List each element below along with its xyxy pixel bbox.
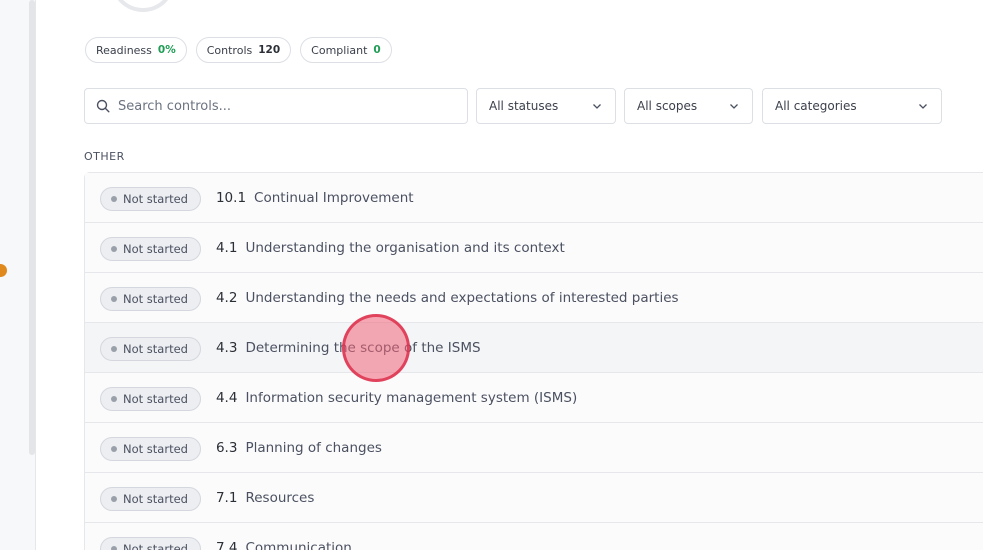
compliant-value: 0 xyxy=(373,44,381,56)
status-badge-label: Not started xyxy=(123,542,188,550)
scope-filter[interactable]: All scopes xyxy=(624,88,753,124)
controls-pill: Controls 120 xyxy=(195,37,292,63)
sidebar-scrollbar[interactable] xyxy=(29,0,35,455)
category-filter[interactable]: All categories xyxy=(762,88,942,124)
status-badge: Not started xyxy=(100,537,201,550)
status-dot-icon xyxy=(111,496,117,502)
controls-list: Not started 10.1 Continual Improvement N… xyxy=(84,172,983,550)
status-badge: Not started xyxy=(100,437,201,461)
control-number: 7.4 xyxy=(215,539,238,550)
status-badge-label: Not started xyxy=(123,442,188,456)
status-badge: Not started xyxy=(100,387,201,411)
status-dot-icon xyxy=(111,296,117,302)
status-dot-icon xyxy=(111,446,117,452)
status-badge-label: Not started xyxy=(123,292,188,306)
readiness-value: 0% xyxy=(157,44,176,56)
status-filter-value: All statuses xyxy=(489,99,559,113)
control-number: 4.3 xyxy=(215,339,238,356)
category-filter-value: All categories xyxy=(775,99,857,113)
chevron-down-icon xyxy=(593,104,601,109)
readiness-label: Readiness xyxy=(96,43,152,57)
control-row[interactable]: Not started 4.1 Understanding the organi… xyxy=(85,223,983,273)
search-icon xyxy=(96,99,110,113)
status-dot-icon xyxy=(111,396,117,402)
summary-pills: Readiness 0% Controls 120 Compliant 0 xyxy=(85,37,392,63)
compliant-pill: Compliant 0 xyxy=(300,37,392,63)
control-title: Understanding the organisation and its c… xyxy=(245,239,565,256)
compliant-label: Compliant xyxy=(311,43,368,57)
control-row[interactable]: Not started 6.3 Planning of changes xyxy=(85,423,983,473)
chevron-down-icon xyxy=(730,104,738,109)
scope-filter-value: All scopes xyxy=(637,99,698,113)
control-number: 6.3 xyxy=(215,439,238,456)
status-badge: Not started xyxy=(100,237,201,261)
control-number: 4.2 xyxy=(215,289,238,306)
control-row[interactable]: Not started 4.3 Determining the scope of… xyxy=(85,323,983,373)
status-badge-label: Not started xyxy=(123,242,188,256)
status-dot-icon xyxy=(111,546,117,550)
status-filter[interactable]: All statuses xyxy=(476,88,616,124)
chevron-down-icon xyxy=(919,104,927,109)
search-input[interactable] xyxy=(118,98,448,114)
control-title: Resources xyxy=(245,489,315,506)
control-title: Planning of changes xyxy=(245,439,382,456)
control-number: 4.4 xyxy=(215,389,238,406)
status-badge: Not started xyxy=(100,187,201,211)
status-badge-label: Not started xyxy=(123,192,188,206)
status-dot-icon xyxy=(111,196,117,202)
section-label: OTHER xyxy=(84,150,125,163)
status-badge: Not started xyxy=(100,287,201,311)
status-dot-icon xyxy=(111,246,117,252)
control-title: Continual Improvement xyxy=(254,189,414,206)
control-title: Understanding the needs and expectations… xyxy=(245,289,679,306)
status-badge-label: Not started xyxy=(123,392,188,406)
control-title: Information security management system (… xyxy=(245,389,578,406)
control-row[interactable]: Not started 4.2 Understanding the needs … xyxy=(85,273,983,323)
control-number: 4.1 xyxy=(215,239,238,256)
control-row[interactable]: Not started 10.1 Continual Improvement xyxy=(85,173,983,223)
control-row[interactable]: Not started 4.4 Information security man… xyxy=(85,373,983,423)
readiness-ring xyxy=(112,0,174,12)
status-badge: Not started xyxy=(100,337,201,361)
control-number: 10.1 xyxy=(215,189,247,206)
control-row[interactable]: Not started 7.1 Resources xyxy=(85,473,983,523)
readiness-pill: Readiness 0% xyxy=(85,37,187,63)
click-indicator xyxy=(342,314,410,382)
controls-label: Controls xyxy=(206,43,253,57)
search-box[interactable] xyxy=(84,88,468,124)
sidebar xyxy=(0,0,36,550)
status-badge-label: Not started xyxy=(123,492,188,506)
status-dot-icon xyxy=(111,346,117,352)
status-badge: Not started xyxy=(100,487,201,511)
status-badge-label: Not started xyxy=(123,342,188,356)
control-title: Communication xyxy=(245,539,352,550)
controls-value: 120 xyxy=(258,44,281,56)
control-number: 7.1 xyxy=(215,489,238,506)
control-row[interactable]: Not started 7.4 Communication xyxy=(85,523,983,550)
